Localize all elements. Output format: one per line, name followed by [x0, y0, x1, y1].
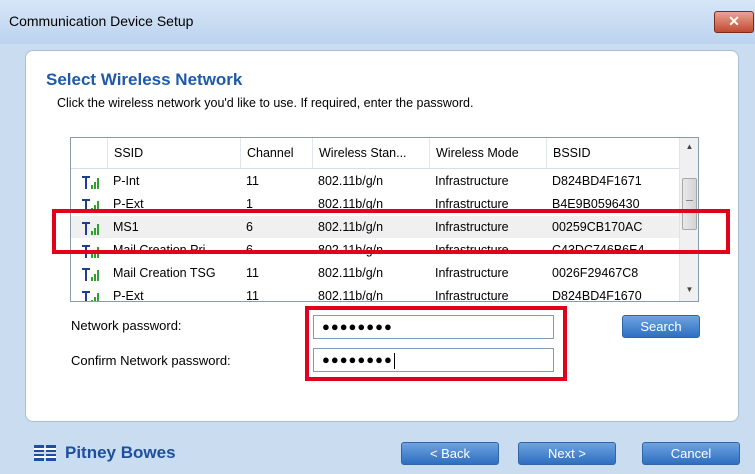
highlight-password-fields — [305, 306, 567, 381]
cell-channel: 11 — [246, 174, 259, 188]
window-title: Communication Device Setup — [9, 13, 194, 29]
cell-ssid: Mail Creation TSG — [113, 266, 216, 280]
wifi-signal-icon — [82, 176, 99, 189]
column-wireless-standard[interactable]: Wireless Stan... — [312, 138, 429, 168]
cell-standard: 802.11b/g/n — [318, 289, 384, 302]
network-password-label: Network password: — [71, 318, 182, 333]
back-button-label: < Back — [429, 446, 471, 461]
list-header: SSID Channel Wireless Stan... Wireless M… — [71, 138, 679, 169]
cell-standard: 802.11b/g/n — [318, 174, 384, 188]
next-button[interactable]: Next > — [518, 442, 616, 465]
cell-standard: 802.11b/g/n — [318, 266, 384, 280]
search-button[interactable]: Search — [622, 315, 700, 338]
cell-bssid: D824BD4F1671 — [552, 174, 642, 188]
network-row[interactable]: Mail Creation TSG 11 802.11b/g/n Infrastruc… — [71, 262, 679, 284]
cell-channel: 11 — [246, 266, 259, 280]
column-channel[interactable]: Channel — [240, 138, 312, 168]
column-bssid[interactable]: BSSID — [546, 138, 679, 168]
title-bar: Communication Device Setup ✕ — [0, 0, 755, 44]
cell-channel: 11 — [246, 289, 259, 302]
cell-mode: Infrastructure — [435, 289, 509, 302]
cell-ssid: P-Ext — [113, 289, 144, 302]
column-wireless-mode[interactable]: Wireless Mode — [429, 138, 546, 168]
scroll-up-icon[interactable]: ▲ — [680, 138, 698, 156]
column-ssid[interactable]: SSID — [107, 138, 240, 168]
brand-name: Pitney Bowes — [65, 443, 176, 462]
next-button-label: Next > — [548, 446, 586, 461]
wifi-signal-icon — [82, 291, 99, 301]
network-row[interactable]: P-Int 11 802.11b/g/n Infrastructure D824BD4F… — [71, 170, 679, 192]
header-icon-column — [71, 138, 107, 168]
back-button[interactable]: < Back — [401, 442, 499, 465]
cell-bssid: 0026F29467C8 — [552, 266, 639, 280]
cell-ssid: P-Int — [113, 174, 140, 188]
network-row[interactable]: P-Ext 11 802.11b/g/n Infrastructure D824BD4F… — [71, 285, 679, 302]
scroll-down-icon[interactable]: ▼ — [680, 281, 698, 299]
instructions-text: Click the wireless network you'd like to… — [57, 96, 474, 110]
cell-bssid: D824BD4F1670 — [552, 289, 642, 302]
wifi-signal-icon — [82, 268, 99, 281]
cell-mode: Infrastructure — [435, 266, 509, 280]
cell-mode: Infrastructure — [435, 174, 509, 188]
confirm-password-label: Confirm Network password: — [71, 353, 231, 368]
brand-mark-icon — [34, 445, 56, 461]
highlight-selected-row — [52, 209, 730, 254]
cancel-button[interactable]: Cancel — [642, 442, 740, 465]
page-heading: Select Wireless Network — [46, 70, 243, 89]
close-button[interactable]: ✕ — [714, 11, 754, 33]
